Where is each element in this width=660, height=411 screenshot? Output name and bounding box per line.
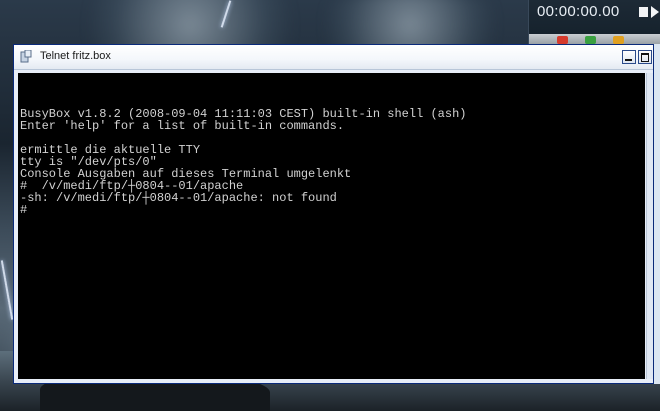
window-title: Telnet fritz.box <box>40 50 111 62</box>
media-player-widget: 00:00:00.00 <box>528 0 660 44</box>
terminal-output[interactable]: BusyBox v1.8.2 (2008-09-04 11:11:03 CEST… <box>18 73 645 379</box>
console-line: Enter 'help' for a list of built-in comm… <box>20 119 345 133</box>
minimize-button[interactable] <box>622 50 636 64</box>
tray-icon-orange[interactable] <box>613 36 624 44</box>
tray-icon-red[interactable] <box>557 36 568 44</box>
play-icon[interactable] <box>651 6 659 18</box>
console-lines: BusyBox v1.8.2 (2008-09-04 11:11:03 CEST… <box>18 73 645 216</box>
player-time-readout: 00:00:00.00 <box>537 3 620 20</box>
maximize-button[interactable] <box>638 50 652 64</box>
tray-icon-green[interactable] <box>585 36 596 44</box>
telnet-app-icon <box>20 50 32 63</box>
title-bar[interactable]: Telnet fritz.box <box>14 45 653 70</box>
console-line: -sh: /v/medi/ftp/┼0804--01/apache: not f… <box>20 191 337 205</box>
telnet-window: Telnet fritz.box BusyBox v1.8.2 (2008-09… <box>13 44 654 384</box>
stop-icon[interactable] <box>639 7 648 17</box>
vertical-scrollbar[interactable] <box>646 73 653 379</box>
background-window-edge <box>654 44 660 384</box>
console-prompt: # <box>20 203 28 217</box>
